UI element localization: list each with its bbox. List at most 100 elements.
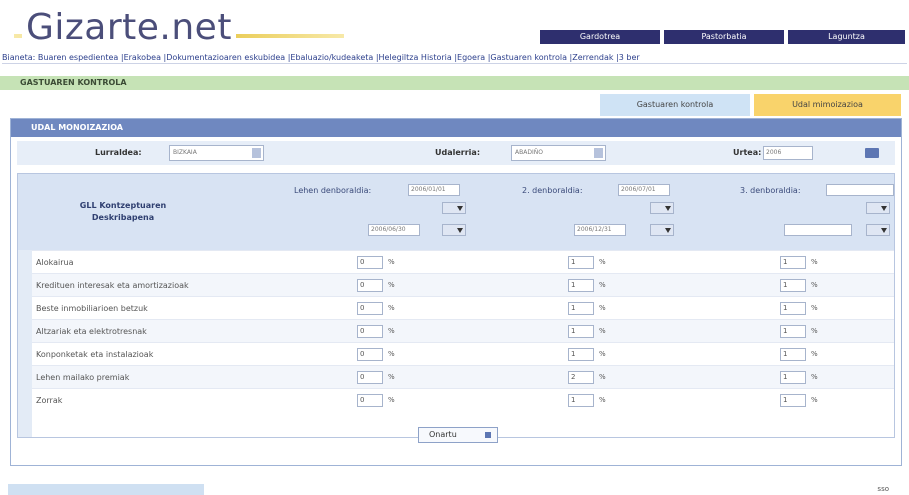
table-row: Zorrak 0 % 1 % 1 % bbox=[32, 388, 894, 411]
percent-sign: % bbox=[811, 373, 818, 381]
footer: sso bbox=[0, 484, 909, 495]
accept-button-label: Onartu bbox=[429, 430, 457, 439]
row-label: Beste inmobiliarioen betzuk bbox=[36, 304, 148, 313]
percent-sign: % bbox=[388, 350, 395, 358]
percent-sign: % bbox=[599, 373, 606, 381]
top-navigation: Gardotrea Pastorbatia Laguntza bbox=[540, 30, 905, 44]
table-row: Lehen mailako premiak 0 % 2 % 1 % bbox=[32, 365, 894, 388]
percent-sign: % bbox=[388, 396, 395, 404]
percent-sign: % bbox=[599, 304, 606, 312]
period3-value-input[interactable]: 1 bbox=[780, 325, 806, 338]
accept-button[interactable]: Onartu bbox=[418, 427, 498, 443]
period3-from-input[interactable] bbox=[826, 184, 894, 196]
row-label: Konponketak eta instalazioak bbox=[36, 350, 154, 359]
nav-item-pastorbatia[interactable]: Pastorbatia bbox=[664, 30, 784, 44]
period2-value-input[interactable]: 1 bbox=[568, 394, 594, 407]
period2-value-input[interactable]: 2 bbox=[568, 371, 594, 384]
period1-to-input[interactable]: 2006/06/30 bbox=[368, 224, 420, 236]
logo: Gizarte.net bbox=[14, 8, 344, 50]
tabs: Gastuaren kontrola Udal mimoizazioa bbox=[600, 94, 901, 116]
row-label: Kredituen interesak eta amortizazioak bbox=[36, 281, 189, 290]
period3-value-input[interactable]: 1 bbox=[780, 279, 806, 292]
percent-sign: % bbox=[811, 327, 818, 335]
province-value: BIZKAIA bbox=[173, 149, 197, 156]
municipality-select[interactable]: ABADIÑO bbox=[511, 145, 606, 161]
period2-value-input[interactable]: 1 bbox=[568, 348, 594, 361]
tab-gastuaren-kontrola[interactable]: Gastuaren kontrola bbox=[600, 94, 750, 116]
table-row: Kredituen interesak eta amortizazioak 0 … bbox=[32, 273, 894, 296]
percent-sign: % bbox=[599, 350, 606, 358]
table-body: Alokairua 0 % 1 % 1 % Kredituen interesa… bbox=[32, 250, 894, 411]
table-header: GLL Kontzeptuaren Deskribapena Lehen den… bbox=[18, 174, 894, 250]
period3-to-dropdown[interactable] bbox=[866, 224, 890, 236]
period1-from-dropdown[interactable] bbox=[442, 202, 466, 214]
period3-value-input[interactable]: 1 bbox=[780, 394, 806, 407]
province-select[interactable]: BIZKAIA bbox=[169, 145, 264, 161]
table-row: Alokairua 0 % 1 % 1 % bbox=[32, 250, 894, 273]
table-row: Beste inmobiliarioen betzuk 0 % 1 % 1 % bbox=[32, 296, 894, 319]
period1-value-input[interactable]: 0 bbox=[357, 302, 383, 315]
period2-to-dropdown[interactable] bbox=[650, 224, 674, 236]
period1-value-input[interactable]: 0 bbox=[357, 256, 383, 269]
percent-sign: % bbox=[599, 281, 606, 289]
percent-sign: % bbox=[599, 327, 606, 335]
table-row: Konponketak eta instalazioak 0 % 1 % 1 % bbox=[32, 342, 894, 365]
percent-sign: % bbox=[811, 350, 818, 358]
period1-from-input[interactable]: 2006/01/01 bbox=[408, 184, 460, 196]
percent-sign: % bbox=[388, 304, 395, 312]
period3-value-input[interactable]: 1 bbox=[780, 302, 806, 315]
period2-to-input[interactable]: 2006/12/31 bbox=[574, 224, 626, 236]
province-label: Lurraldea: bbox=[95, 148, 142, 157]
period1-to-dropdown[interactable] bbox=[442, 224, 466, 236]
tab-udal-monoizazioa[interactable]: Udal mimoizazioa bbox=[754, 94, 901, 116]
percent-sign: % bbox=[388, 373, 395, 381]
dropdown-arrow-icon bbox=[252, 148, 261, 158]
period2-value-input[interactable]: 1 bbox=[568, 325, 594, 338]
percent-sign: % bbox=[388, 327, 395, 335]
period1-value-input[interactable]: 0 bbox=[357, 371, 383, 384]
period3-label: 3. denboraldia: bbox=[740, 186, 801, 195]
search-icon[interactable] bbox=[865, 148, 879, 158]
period3-value-input[interactable]: 1 bbox=[780, 256, 806, 269]
year-input[interactable]: 2006 bbox=[763, 146, 813, 160]
row-label: Alokairua bbox=[36, 258, 74, 267]
period2-value-input[interactable]: 1 bbox=[568, 302, 594, 315]
row-label: Zorrak bbox=[36, 396, 63, 405]
period1-value-input[interactable]: 0 bbox=[357, 279, 383, 292]
municipality-value: ABADIÑO bbox=[515, 149, 543, 156]
period2-from-input[interactable]: 2006/07/01 bbox=[618, 184, 670, 196]
period2-value-input[interactable]: 1 bbox=[568, 279, 594, 292]
confirm-icon bbox=[485, 432, 491, 438]
table-row: Altzariak eta elektrotresnak 0 % 1 % 1 % bbox=[32, 319, 894, 342]
period2-value-input[interactable]: 1 bbox=[568, 256, 594, 269]
logo-text: Gizarte.net bbox=[22, 8, 236, 48]
row-label: Lehen mailako premiak bbox=[36, 373, 130, 382]
main-panel: UDAL MONOIZAZIOA Lurraldea: BIZKAIA Udal… bbox=[10, 118, 902, 466]
period1-value-input[interactable]: 0 bbox=[357, 348, 383, 361]
panel-title: UDAL MONOIZAZIOA bbox=[11, 119, 901, 137]
period1-value-input[interactable]: 0 bbox=[357, 394, 383, 407]
period2-label: 2. denboraldia: bbox=[522, 186, 583, 195]
period3-value-input[interactable]: 1 bbox=[780, 371, 806, 384]
period1-value-input[interactable]: 0 bbox=[357, 325, 383, 338]
percent-sign: % bbox=[388, 258, 395, 266]
percent-sign: % bbox=[811, 304, 818, 312]
nav-item-laguntza[interactable]: Laguntza bbox=[788, 30, 905, 44]
nav-item-gardotrea[interactable]: Gardotrea bbox=[540, 30, 660, 44]
municipality-label: Udalerria: bbox=[435, 148, 481, 157]
filter-bar: Lurraldea: BIZKAIA Udalerria: ABADIÑO Ur… bbox=[17, 141, 895, 165]
footer-bar bbox=[8, 484, 204, 495]
dropdown-arrow-icon bbox=[594, 148, 603, 158]
period3-to-input[interactable] bbox=[784, 224, 852, 236]
period3-value-input[interactable]: 1 bbox=[780, 348, 806, 361]
period2-from-dropdown[interactable] bbox=[650, 202, 674, 214]
percent-sign: % bbox=[388, 281, 395, 289]
breadcrumb[interactable]: Bianeta: Buaren espedientea |Erakobea |D… bbox=[2, 51, 907, 64]
percent-sign: % bbox=[811, 281, 818, 289]
percent-sign: % bbox=[811, 258, 818, 266]
percent-sign: % bbox=[811, 396, 818, 404]
section-title: GASTUAREN KONTROLA bbox=[0, 76, 909, 90]
period3-from-dropdown[interactable] bbox=[866, 202, 890, 214]
description-header: GLL Kontzeptuaren Deskribapena bbox=[79, 201, 167, 222]
footer-text: sso bbox=[877, 485, 889, 493]
